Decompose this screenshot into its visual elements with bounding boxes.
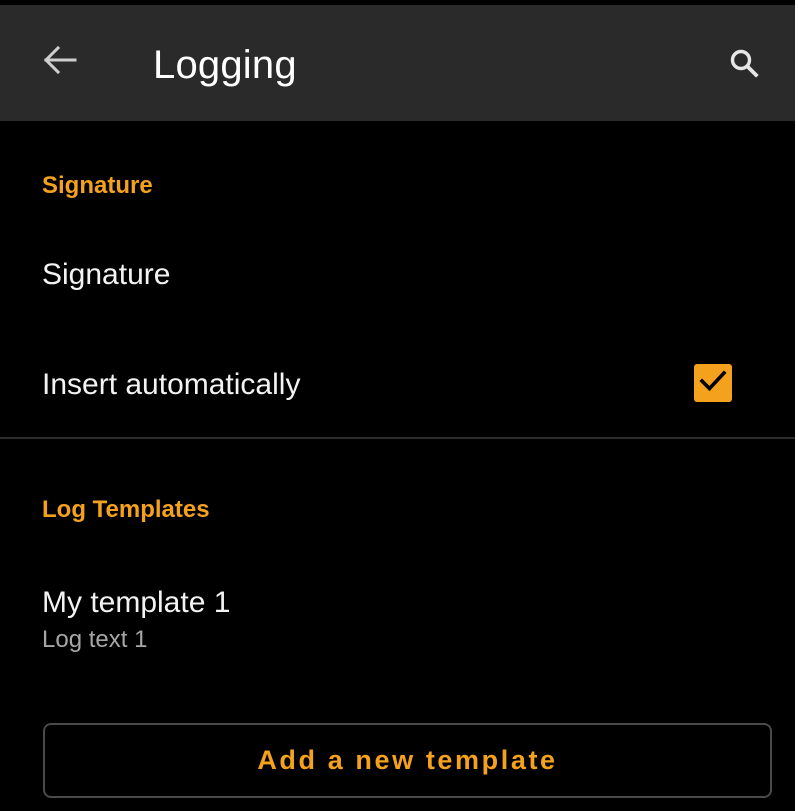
arrow-left-icon xyxy=(43,45,77,80)
section-divider xyxy=(0,437,795,439)
checkmark-icon xyxy=(699,369,727,398)
insert-automatically-preference[interactable]: Insert automatically xyxy=(0,334,795,434)
template-list-item[interactable]: My template 1 Log text 1 xyxy=(0,560,795,670)
section-header-signature: Signature xyxy=(42,172,153,199)
logging-settings-screen: Logging Signature Signature Insert autom… xyxy=(0,0,795,811)
search-icon xyxy=(729,48,759,83)
back-button[interactable] xyxy=(28,30,92,94)
signature-preference-title: Signature xyxy=(42,258,171,291)
template-summary: Log text 1 xyxy=(42,626,148,653)
search-button[interactable] xyxy=(716,37,772,93)
signature-preference[interactable]: Signature xyxy=(0,228,795,328)
insert-automatically-title: Insert automatically xyxy=(42,368,301,401)
insert-automatically-checkbox[interactable] xyxy=(694,364,732,402)
app-bar: Logging xyxy=(0,5,795,121)
template-title: My template 1 xyxy=(42,586,231,619)
add-template-button[interactable]: Add a new template xyxy=(43,723,772,798)
section-header-log-templates: Log Templates xyxy=(42,496,210,523)
page-title: Logging xyxy=(153,43,297,87)
